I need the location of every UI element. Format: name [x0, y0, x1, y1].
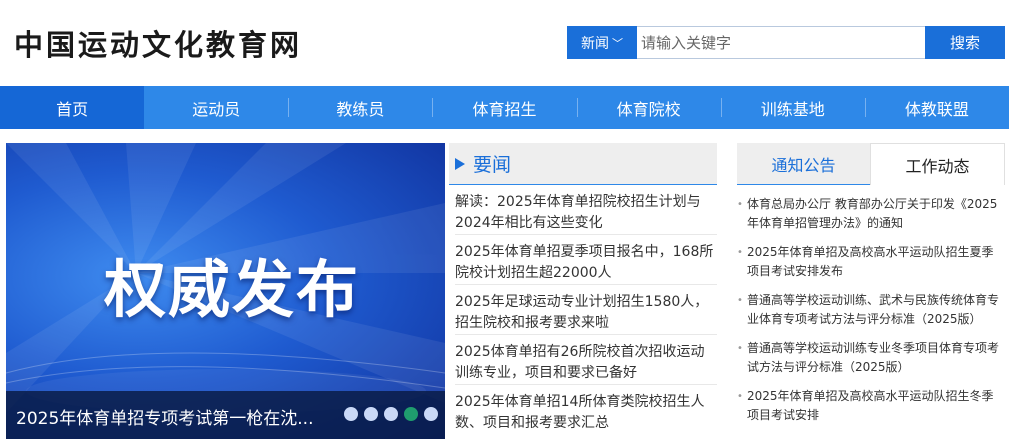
banner-headline: 权威发布: [104, 253, 361, 326]
site-header: 中国运动文化教育网 新闻 ﹀ 搜索: [0, 0, 1009, 86]
nav-item-sports-colleges[interactable]: 体育院校: [576, 86, 721, 129]
news-item[interactable]: 2025体育单招有26所院校首次招收运动训练专业，项目和要求已备好: [455, 335, 717, 385]
chevron-down-icon: ﹀: [612, 36, 623, 50]
news-item[interactable]: 2025年足球运动专业计划招生1580人，招生院校和报考要求来啦: [455, 285, 717, 335]
carousel-dot[interactable]: [424, 407, 438, 421]
banner-caption-bar: 2025年体育单招专项考试第一枪在沈...: [6, 391, 445, 439]
search-button[interactable]: 搜索: [925, 26, 1005, 59]
news-title[interactable]: 要闻: [473, 150, 511, 177]
carousel-dot[interactable]: [364, 407, 378, 421]
notice-list: 体育总局办公厅 教育部办公厅关于印发《2025年体育单招管理办法》的通知 202…: [737, 185, 1005, 425]
tab-work-updates[interactable]: 工作动态: [870, 143, 1005, 185]
notice-item[interactable]: 2025年体育单招及高校高水平运动队招生夏季项目考试安排发布: [737, 243, 1005, 281]
nav-item-training-bases[interactable]: 训练基地: [720, 86, 865, 129]
nav-item-athletes[interactable]: 运动员: [144, 86, 288, 129]
notice-item[interactable]: 2025年体育单招及高校高水平运动队招生冬季项目考试安排: [737, 387, 1005, 425]
notice-item[interactable]: 普通高等学校运动训练、武术与民族传统体育专业体育专项考试方法与评分标准（2025…: [737, 291, 1005, 329]
carousel-dot-active[interactable]: [404, 407, 418, 421]
notice-item[interactable]: 普通高等学校运动训练专业冬季项目体育专项考试方法与评分标准（2025版）: [737, 339, 1005, 377]
news-header: 要闻: [449, 143, 717, 185]
carousel-dots: [344, 407, 438, 421]
banner-caption[interactable]: 2025年体育单招专项考试第一枪在沈...: [16, 404, 332, 429]
nav-item-alliance[interactable]: 体教联盟: [864, 86, 1009, 129]
notice-item[interactable]: 体育总局办公厅 教育部办公厅关于印发《2025年体育单招管理办法》的通知: [737, 195, 1005, 233]
news-item[interactable]: 2025年体育单招夏季项目报名中，168所院校计划招生超22000人: [455, 235, 717, 285]
news-list: 解读：2025年体育单招院校招生计划与2024年相比有这些变化 2025年体育单…: [449, 185, 717, 435]
notice-panel: 通知公告 工作动态 体育总局办公厅 教育部办公厅关于印发《2025年体育单招管理…: [737, 143, 1005, 439]
nav-item-coaches[interactable]: 教练员: [288, 86, 432, 129]
site-logo[interactable]: 中国运动文化教育网: [14, 22, 302, 64]
triangle-right-icon: [455, 157, 465, 170]
search-category-label: 新闻: [581, 35, 609, 52]
main-nav: 首页 运动员 教练员 体育招生 体育院校 训练基地 体教联盟: [0, 86, 1009, 129]
notice-tabs: 通知公告 工作动态: [737, 143, 1005, 185]
banner-carousel[interactable]: 权威发布 2025年体育单招专项考试第一枪在沈...: [6, 143, 445, 439]
news-item[interactable]: 解读：2025年体育单招院校招生计划与2024年相比有这些变化: [455, 185, 717, 235]
carousel-dot[interactable]: [384, 407, 398, 421]
nav-item-home[interactable]: 首页: [0, 86, 145, 129]
nav-item-sports-admission[interactable]: 体育招生: [432, 86, 576, 129]
search-bar: 新闻 ﹀ 搜索: [567, 26, 1005, 59]
news-panel: 要闻 解读：2025年体育单招院校招生计划与2024年相比有这些变化 2025年…: [449, 143, 717, 439]
tab-notices[interactable]: 通知公告: [737, 143, 870, 185]
search-category-select[interactable]: 新闻 ﹀: [567, 26, 637, 59]
carousel-dot[interactable]: [344, 407, 358, 421]
search-input[interactable]: [637, 26, 925, 59]
news-item[interactable]: 2025年体育单招14所体育类院校招生人数、项目和报考要求汇总: [455, 385, 717, 435]
